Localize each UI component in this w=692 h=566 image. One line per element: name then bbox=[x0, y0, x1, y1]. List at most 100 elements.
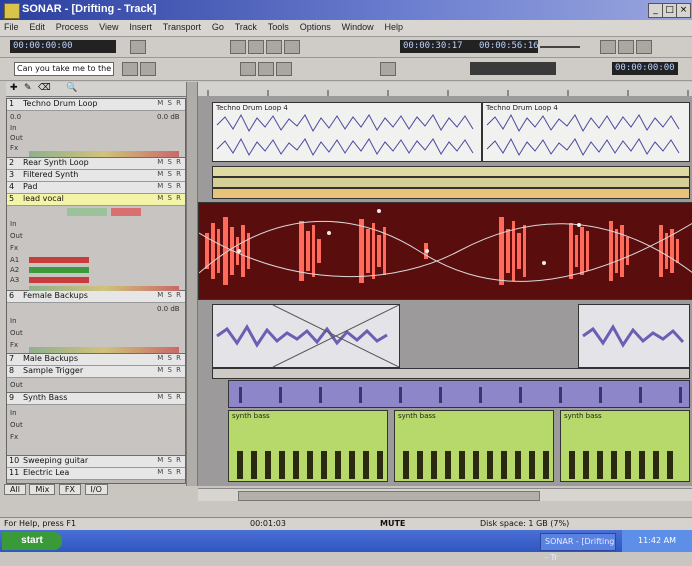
track-buttons[interactable]: M S R bbox=[157, 194, 182, 202]
audio-clip[interactable] bbox=[212, 368, 690, 379]
audio-clip[interactable] bbox=[212, 304, 400, 368]
track-name[interactable]: Pad bbox=[23, 182, 37, 191]
erase-tool-icon[interactable]: ⌫ bbox=[38, 83, 51, 93]
horizontal-scrollbar[interactable] bbox=[198, 488, 692, 501]
tab-io[interactable]: I/O bbox=[84, 484, 108, 495]
volume-value[interactable]: 0.0 bbox=[10, 113, 21, 121]
track-strip[interactable]: 8 Sample Trigger M S R Out bbox=[7, 366, 185, 393]
track-name[interactable]: Electric Lea bbox=[23, 468, 69, 477]
track-buttons[interactable]: M S R bbox=[157, 456, 182, 464]
track-name[interactable]: Sample Trigger bbox=[23, 366, 83, 375]
track-name[interactable]: Sweeping guitar bbox=[23, 456, 88, 465]
marker-field[interactable]: Can you take me to the bbox=[14, 62, 114, 76]
midi-clip[interactable]: synth bass bbox=[560, 410, 690, 482]
audio-clip[interactable] bbox=[212, 177, 690, 188]
midi-clip[interactable]: synth bass bbox=[394, 410, 554, 482]
aux-send-3-slider[interactable] bbox=[29, 277, 89, 283]
pan-slider[interactable] bbox=[111, 208, 141, 216]
rewind-button[interactable] bbox=[230, 40, 246, 54]
start-button[interactable]: start bbox=[2, 532, 62, 550]
audio-clip[interactable]: Techno Drum Loop 4 bbox=[212, 102, 482, 162]
mixer-view-button[interactable] bbox=[258, 62, 274, 76]
scroll-thumb[interactable] bbox=[238, 491, 540, 501]
record-arm-button[interactable] bbox=[284, 40, 300, 54]
time-ruler[interactable] bbox=[198, 82, 692, 97]
track-strip[interactable]: 3 Filtered Synth M S R bbox=[7, 170, 185, 182]
midi-clip[interactable] bbox=[228, 380, 690, 408]
track-name[interactable]: Synth Bass bbox=[23, 393, 67, 402]
track-strip[interactable]: 7 Male Backups M S R bbox=[7, 354, 185, 366]
select-tool-icon[interactable]: ✚ bbox=[10, 83, 18, 93]
vocal-clip[interactable] bbox=[198, 202, 692, 300]
menu-file[interactable]: File bbox=[0, 20, 23, 34]
marker-prev-button[interactable] bbox=[122, 62, 138, 76]
snap-grid-button[interactable] bbox=[240, 62, 256, 76]
menu-transport[interactable]: Transport bbox=[159, 20, 205, 34]
track-buttons[interactable]: M S R bbox=[157, 366, 182, 374]
track-buttons[interactable]: M S R bbox=[157, 468, 182, 476]
volume-slider[interactable] bbox=[67, 208, 107, 216]
track-strip[interactable]: 6 Female Backups M S R 0.0 dB In Out Fx bbox=[7, 291, 185, 354]
track-strip[interactable]: 5 lead vocal M S R In Out Fx A1 A2 A3 bbox=[7, 194, 185, 292]
menu-help[interactable]: Help bbox=[380, 20, 407, 34]
track-name[interactable]: Female Backups bbox=[23, 291, 88, 300]
play-button[interactable] bbox=[266, 40, 282, 54]
menu-insert[interactable]: Insert bbox=[125, 20, 156, 34]
track-strip[interactable]: 11 Electric Lea M S R bbox=[7, 468, 185, 480]
menu-window[interactable]: Window bbox=[338, 20, 378, 34]
pane-splitter[interactable] bbox=[186, 82, 198, 486]
track-name[interactable]: lead vocal bbox=[23, 194, 64, 203]
tab-mix[interactable]: Mix bbox=[29, 484, 56, 495]
track-strip[interactable]: 2 Rear Synth Loop M S R bbox=[7, 158, 185, 170]
midi-clip[interactable]: synth bass bbox=[228, 410, 388, 482]
pan-value[interactable]: 0.0 dB bbox=[157, 113, 180, 121]
track-strip[interactable]: 9 Synth Bass M S R In Out Fx bbox=[7, 393, 185, 456]
punch-button[interactable] bbox=[636, 40, 652, 54]
pan-value[interactable]: 0.0 dB bbox=[157, 305, 180, 313]
track-buttons[interactable]: M S R bbox=[157, 291, 182, 299]
zoom-icon[interactable]: 🔍 bbox=[66, 83, 77, 93]
close-button[interactable]: × bbox=[676, 3, 691, 18]
audio-clip[interactable] bbox=[578, 304, 690, 368]
aux-send-1-slider[interactable] bbox=[29, 257, 89, 263]
clips-pane[interactable]: Techno Drum Loop 4 Techno Drum Loop 4 sy… bbox=[198, 96, 692, 486]
menu-track[interactable]: Track bbox=[231, 20, 261, 34]
piano-roll-button[interactable] bbox=[276, 62, 292, 76]
taskbar-item-sonar[interactable]: SONAR - [Drifting - Tr bbox=[540, 533, 616, 562]
audio-clip[interactable] bbox=[212, 166, 690, 177]
audio-engine-button[interactable] bbox=[380, 62, 396, 76]
aux-send-2-slider[interactable] bbox=[29, 267, 89, 273]
draw-tool-icon[interactable]: ✎ bbox=[24, 83, 32, 93]
track-buttons[interactable]: M S R bbox=[157, 182, 182, 190]
menu-process[interactable]: Process bbox=[52, 20, 93, 34]
track-buttons[interactable]: M S R bbox=[157, 170, 182, 178]
track-buttons[interactable]: M S R bbox=[157, 393, 182, 401]
track-buttons[interactable]: M S R bbox=[157, 99, 182, 107]
record-button[interactable] bbox=[130, 40, 146, 54]
audio-clip[interactable] bbox=[212, 188, 690, 199]
menu-go[interactable]: Go bbox=[208, 20, 228, 34]
track-strip[interactable]: 1 Techno Drum Loop M S R 0.0 0.0 dB In Out… bbox=[7, 99, 185, 158]
track-strip[interactable]: 10 Sweeping guitar M S R bbox=[7, 456, 185, 468]
tab-fx[interactable]: FX bbox=[58, 484, 81, 495]
track-strip[interactable]: 4 Pad M S R bbox=[7, 182, 185, 194]
menu-edit[interactable]: Edit bbox=[25, 20, 49, 34]
menu-tools[interactable]: Tools bbox=[264, 20, 293, 34]
marker-next-button[interactable] bbox=[140, 62, 156, 76]
snap-button[interactable] bbox=[600, 40, 616, 54]
track-name[interactable]: Filtered Synth bbox=[23, 170, 78, 179]
menu-options[interactable]: Options bbox=[296, 20, 335, 34]
loop-button[interactable] bbox=[618, 40, 634, 54]
audio-clip[interactable]: Techno Drum Loop 4 bbox=[482, 102, 690, 162]
track-buttons[interactable]: M S R bbox=[157, 158, 182, 166]
tab-all[interactable]: All bbox=[4, 484, 26, 495]
track-name[interactable]: Techno Drum Loop bbox=[23, 99, 97, 108]
track-name[interactable]: Male Backups bbox=[23, 354, 78, 363]
minimize-button[interactable]: _ bbox=[648, 3, 663, 18]
tempo-slider[interactable] bbox=[540, 46, 580, 48]
track-buttons[interactable]: M S R bbox=[157, 354, 182, 362]
maximize-button[interactable]: □ bbox=[662, 3, 677, 18]
menu-view[interactable]: View bbox=[95, 20, 122, 34]
track-name[interactable]: Rear Synth Loop bbox=[23, 158, 89, 167]
stop-button[interactable] bbox=[248, 40, 264, 54]
